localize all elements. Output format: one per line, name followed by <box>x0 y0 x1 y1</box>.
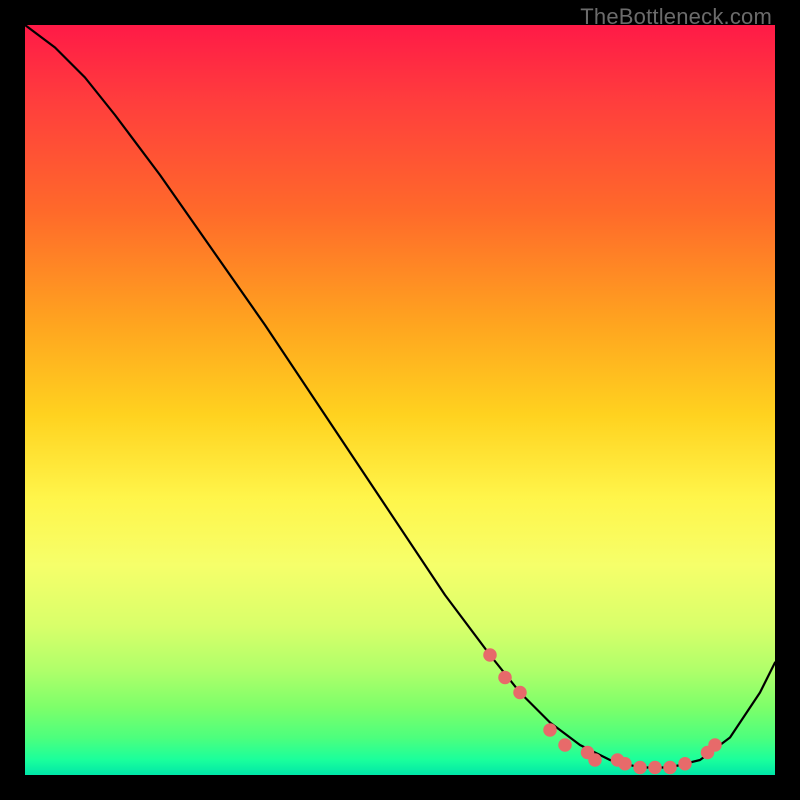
data-marker <box>498 671 512 685</box>
data-marker <box>513 686 527 700</box>
plot-area <box>25 25 775 775</box>
data-marker <box>543 723 557 737</box>
data-marker <box>648 761 662 775</box>
data-marker <box>663 761 677 775</box>
bottleneck-curve <box>25 25 775 768</box>
chart-frame: TheBottleneck.com <box>0 0 800 800</box>
data-marker <box>678 757 692 771</box>
curve-layer <box>25 25 775 775</box>
data-marker <box>633 761 647 775</box>
data-marker <box>708 738 722 752</box>
data-marker <box>618 757 632 771</box>
data-marker <box>483 648 496 662</box>
data-marker <box>588 753 602 767</box>
data-marker <box>558 738 572 752</box>
